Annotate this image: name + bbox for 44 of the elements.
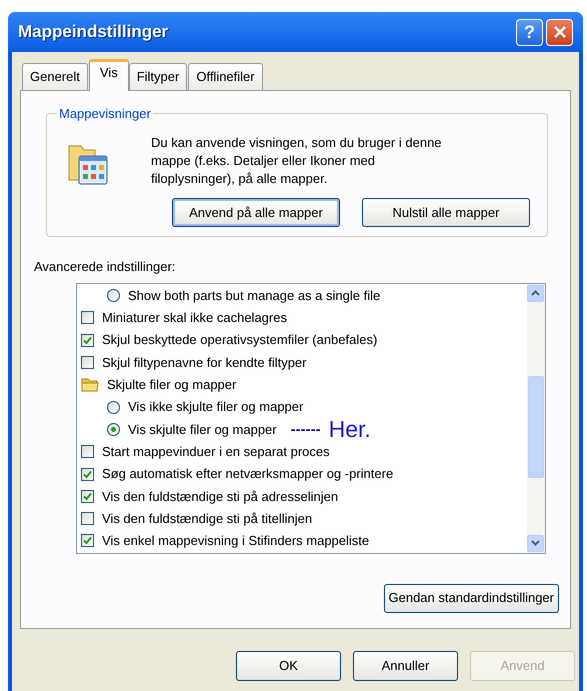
scroll-up-button[interactable]	[527, 284, 544, 302]
radio-button[interactable]	[107, 289, 120, 302]
checkbox[interactable]	[81, 311, 94, 324]
setting-label[interactable]: Vis ikke skjulte filer og mapper	[128, 397, 304, 417]
dialog-button[interactable]: OK	[236, 651, 341, 681]
close-icon	[552, 25, 566, 39]
checkbox[interactable]	[81, 356, 94, 370]
checkbox[interactable]	[81, 334, 94, 347]
setting-label[interactable]: Skjul filtypenavne for kendte filtyper	[102, 352, 306, 372]
scroll-down-button[interactable]	[527, 534, 544, 552]
checkbox[interactable]	[81, 445, 94, 458]
setting-label[interactable]: Søg automatisk efter netværksmapper og -printere	[102, 464, 394, 484]
tab[interactable]: Offlinefiler	[188, 63, 263, 90]
checkbox[interactable]	[81, 512, 94, 526]
tab[interactable]: Generelt	[22, 63, 88, 90]
annotation-text: Her.	[328, 418, 371, 441]
setting-label[interactable]: Miniaturer skal ikke cachelagres	[102, 308, 287, 328]
scrollbar[interactable]	[527, 284, 545, 552]
apply-button[interactable]: Nulstil alle mapper	[362, 198, 530, 227]
setting-label[interactable]: Vis den fuldstændige sti på titellinjen	[102, 508, 312, 528]
setting-label[interactable]: Vis den fuldstændige sti på adresselinjen	[102, 486, 338, 506]
description-text: Du kan anvende visningen, som du bruger i denne mappe (f.eks. Detaljer eller Ikoner med filoplysninger), på alle mapper.	[151, 134, 443, 188]
checkbox[interactable]	[81, 468, 94, 481]
radio-button[interactable]	[107, 400, 120, 414]
close-button[interactable]	[546, 18, 573, 46]
checkbox[interactable]	[81, 534, 94, 548]
window-title: Mappeindstillinger	[18, 21, 168, 44]
scroll-thumb[interactable]	[528, 376, 544, 478]
radio-button[interactable]	[107, 422, 120, 436]
setting-label[interactable]: Vis enkel mappevisning i Stifinders mappeliste	[102, 531, 370, 551]
setting-label[interactable]: Start mappevinduer i en separat proces	[102, 442, 330, 462]
apply-button[interactable]: Anvend på alle mapper	[172, 198, 340, 227]
section-label: Avancerede indstillinger:	[34, 258, 176, 276]
tab[interactable]: Vis	[88, 59, 129, 91]
setting-label[interactable]: Vis skjulte filer og mapper	[128, 420, 277, 440]
setting-label[interactable]: Skjul beskyttede operativsystemfiler (anbefales)	[102, 330, 378, 350]
tab[interactable]: Filtyper	[128, 63, 188, 90]
dialog-button[interactable]: Annuller	[353, 651, 458, 681]
folder-icon	[81, 377, 99, 392]
checkbox[interactable]	[81, 490, 94, 503]
restore-defaults-button[interactable]: Gendan standardindstillinger	[384, 584, 559, 612]
setting-label: Skjulte filer og mapper	[107, 376, 236, 394]
annotation-dashes: ------	[290, 422, 321, 437]
setting-label[interactable]: Show both parts but manage as a single file	[128, 286, 380, 306]
